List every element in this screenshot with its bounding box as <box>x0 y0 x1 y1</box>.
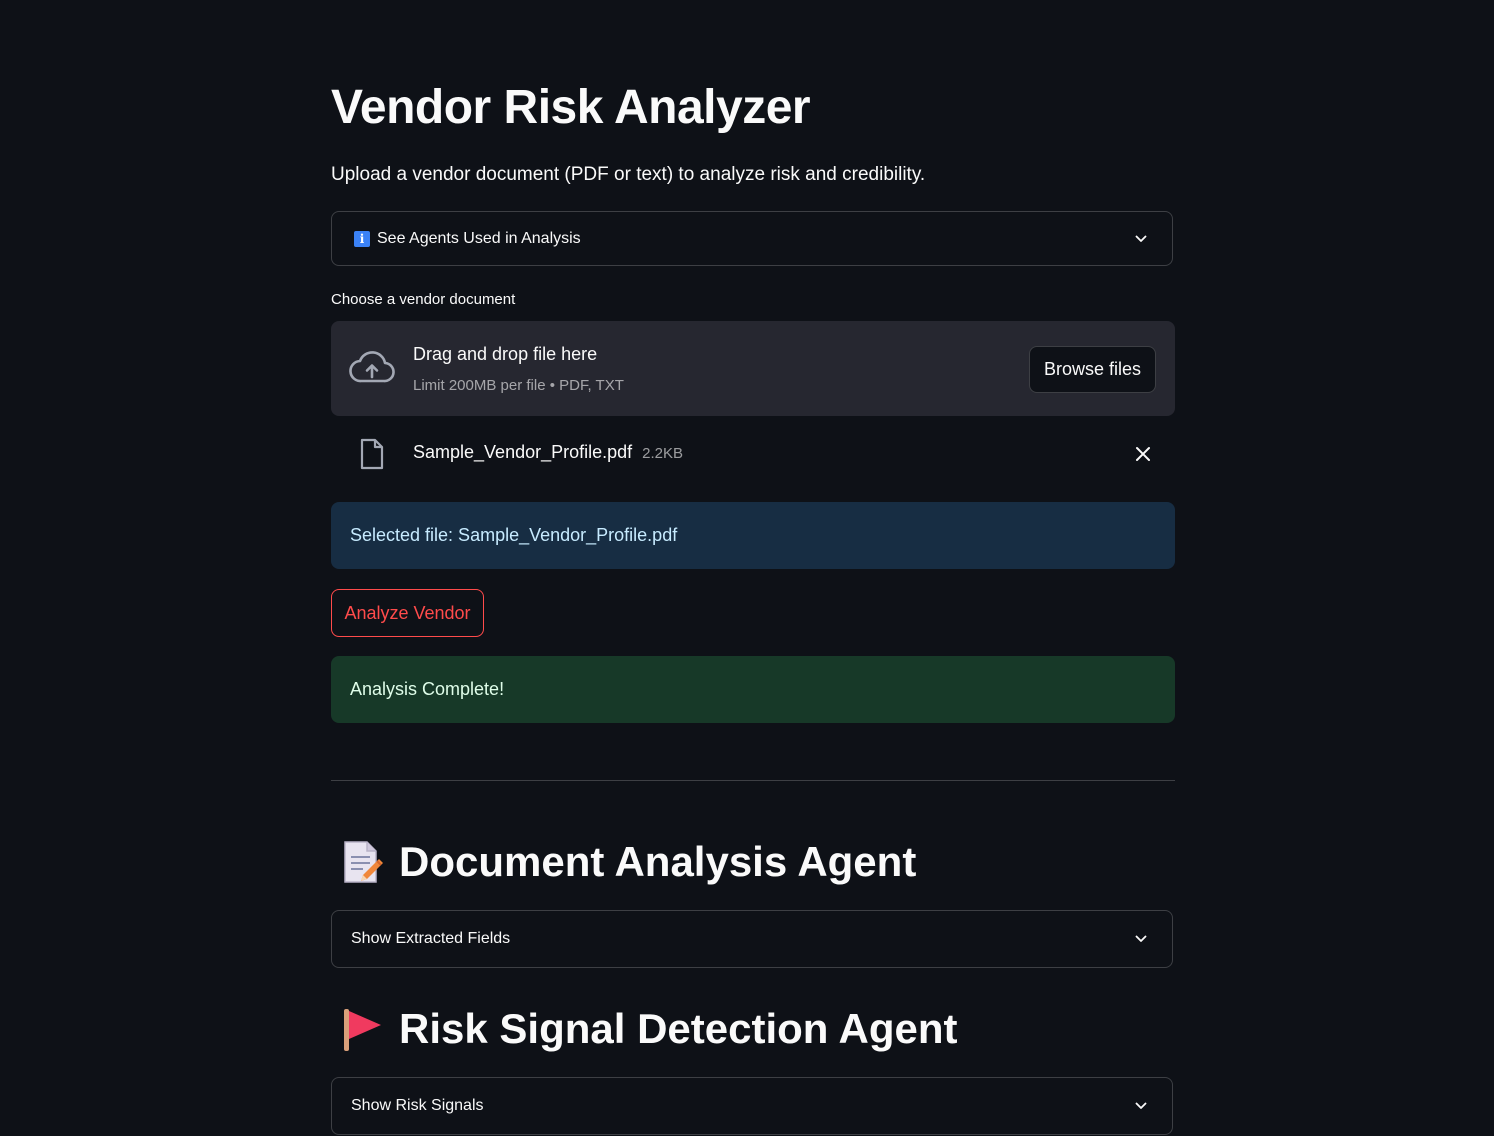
risk-agent-heading: Risk Signal Detection Agent <box>341 1005 958 1053</box>
memo-icon <box>344 841 383 883</box>
uploader-label: Choose a vendor document <box>331 291 516 308</box>
uploaded-file-name: Sample_Vendor_Profile.pdf 2.2KB <box>413 442 683 463</box>
risk-agent-title: Risk Signal Detection Agent <box>399 1005 958 1052</box>
page-title: Vendor Risk Analyzer <box>331 81 811 134</box>
chevron-down-icon <box>1135 935 1147 942</box>
page-subtitle: Upload a vendor document (PDF or text) t… <box>331 164 926 185</box>
extracted-fields-label: Show Extracted Fields <box>351 930 511 947</box>
dropzone-title: Drag and drop file here <box>413 344 598 364</box>
agents-expander-label: See Agents Used in Analysis <box>377 229 581 247</box>
file-name-text: Sample_Vendor_Profile.pdf <box>413 442 633 462</box>
file-icon <box>360 438 384 470</box>
document-agent-title: Document Analysis Agent <box>399 838 917 885</box>
file-size: 2.2KB <box>642 445 684 462</box>
remove-file-icon[interactable] <box>1133 444 1153 464</box>
document-agent-heading: Document Analysis Agent <box>341 838 916 886</box>
selected-file-alert: Selected file: Sample_Vendor_Profile.pdf <box>331 502 1175 569</box>
risk-signals-expander[interactable]: Show Risk Signals <box>331 1077 1173 1135</box>
browse-files-button[interactable]: Browse files <box>1029 346 1156 393</box>
divider <box>331 780 1175 781</box>
info-icon: i <box>354 230 370 247</box>
chevron-down-icon <box>1135 235 1147 242</box>
dropzone-limit: Limit 200MB per file • PDF, TXT <box>413 377 624 394</box>
agents-expander[interactable]: i See Agents Used in Analysis <box>331 211 1173 266</box>
extracted-fields-expander[interactable]: Show Extracted Fields <box>331 910 1173 968</box>
chevron-down-icon <box>1135 1102 1147 1109</box>
analysis-complete-alert: Analysis Complete! <box>331 656 1175 723</box>
uploaded-file-row: Sample_Vendor_Profile.pdf 2.2KB <box>331 432 1175 476</box>
analyze-vendor-button[interactable]: Analyze Vendor <box>331 589 484 637</box>
file-dropzone[interactable]: Drag and drop file here Limit 200MB per … <box>331 321 1175 416</box>
red-flag-icon <box>344 1009 381 1051</box>
risk-signals-label: Show Risk Signals <box>351 1097 484 1114</box>
cloud-upload-icon <box>349 351 395 383</box>
